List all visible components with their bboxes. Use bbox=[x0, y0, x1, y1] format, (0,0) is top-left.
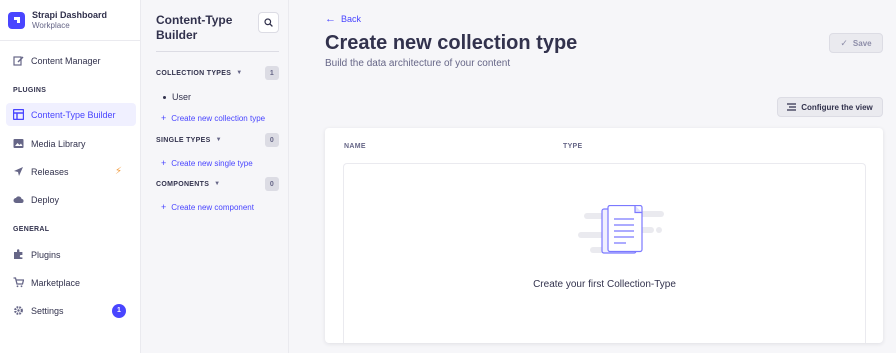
column-header-type: TYPE bbox=[563, 143, 583, 150]
components-header[interactable]: COMPONENTS ▼ 0 bbox=[156, 177, 279, 191]
save-label: Save bbox=[852, 38, 872, 48]
gear-icon bbox=[13, 305, 24, 316]
settings-badge: 1 bbox=[112, 303, 126, 318]
single-types-header[interactable]: SINGLE TYPES ▼ 0 bbox=[156, 133, 279, 147]
search-button[interactable] bbox=[258, 12, 279, 33]
documents-illustration-icon bbox=[578, 205, 664, 254]
nav-item-marketplace[interactable]: Marketplace bbox=[6, 271, 136, 294]
nav-label: Deploy bbox=[31, 194, 60, 205]
nav-label: Content Manager bbox=[31, 55, 101, 66]
layout-icon bbox=[13, 109, 24, 120]
brand-subtitle: Workplace bbox=[32, 20, 70, 30]
chevron-down-icon: ▼ bbox=[215, 137, 222, 143]
bullet-icon bbox=[163, 96, 166, 100]
create-collection-type-link[interactable]: + Create new collection type bbox=[161, 113, 265, 123]
back-link[interactable]: ← Back bbox=[325, 13, 361, 25]
nav-label: Plugins bbox=[31, 249, 61, 260]
nav-item-content-manager[interactable]: Content Manager bbox=[6, 49, 136, 72]
nav-label: Settings bbox=[31, 305, 64, 316]
section-label: COMPONENTS bbox=[156, 180, 210, 188]
brand-title: Strapi Dashboard bbox=[32, 9, 108, 20]
link-label: Create new single type bbox=[171, 158, 253, 168]
nav-item-settings[interactable]: Settings 1 bbox=[6, 299, 136, 322]
plus-icon: + bbox=[161, 158, 167, 168]
page-subtitle: Build the data architecture of your cont… bbox=[325, 58, 511, 69]
plus-icon: + bbox=[161, 113, 167, 123]
image-icon bbox=[13, 138, 24, 149]
strapi-logo-icon bbox=[8, 11, 25, 29]
search-icon bbox=[264, 18, 273, 27]
nav-item-media-library[interactable]: Media Library bbox=[6, 132, 136, 155]
nav-label: Releases bbox=[31, 166, 69, 177]
paper-plane-icon bbox=[13, 166, 24, 177]
single-types-count: 0 bbox=[265, 133, 279, 147]
shopping-cart-icon bbox=[13, 277, 24, 288]
section-label: COLLECTION TYPES bbox=[156, 69, 232, 77]
fields-table-card: NAME TYPE Create your first Collection-T… bbox=[325, 128, 883, 343]
link-label: Create new collection type bbox=[171, 113, 266, 123]
nav-label: Marketplace bbox=[31, 277, 81, 288]
column-header-name: NAME bbox=[344, 143, 366, 150]
collection-types-count: 1 bbox=[265, 66, 279, 80]
plus-icon: + bbox=[161, 202, 167, 212]
nav-section-plugins: PLUGINS bbox=[13, 87, 47, 94]
lightning-icon: ⚡ bbox=[114, 166, 122, 177]
empty-state-text: Create your first Collection-Type bbox=[533, 279, 676, 290]
list-settings-icon bbox=[787, 103, 797, 111]
chevron-down-icon: ▼ bbox=[236, 70, 243, 76]
collection-types-header[interactable]: COLLECTION TYPES ▼ 1 bbox=[156, 66, 279, 80]
arrow-left-icon: ← bbox=[325, 13, 336, 25]
nav-item-content-type-builder[interactable]: Content-Type Builder bbox=[6, 103, 136, 126]
save-button[interactable]: ✓ Save bbox=[829, 33, 883, 53]
empty-state: Create your first Collection-Type bbox=[343, 163, 866, 343]
subnav-title: Content-Type Builder bbox=[156, 13, 233, 42]
cloud-icon bbox=[13, 194, 24, 205]
item-label: User bbox=[172, 92, 192, 102]
nav-label: Media Library bbox=[31, 138, 86, 149]
chevron-down-icon: ▼ bbox=[214, 181, 221, 187]
configure-view-button[interactable]: Configure the view bbox=[777, 97, 883, 117]
divider bbox=[156, 51, 279, 52]
content-type-builder-subnav: Content-Type Builder COLLECTION TYPES ▼ … bbox=[141, 0, 289, 353]
link-label: Create new component bbox=[171, 202, 254, 212]
check-icon: ✓ bbox=[840, 37, 848, 48]
nav-item-deploy[interactable]: Deploy bbox=[6, 188, 136, 211]
nav-label: Content-Type Builder bbox=[31, 109, 116, 120]
back-label: Back bbox=[341, 14, 362, 24]
page-title: Create new collection type bbox=[325, 32, 578, 54]
nav-item-releases[interactable]: Releases ⚡ bbox=[6, 160, 136, 183]
main-nav: Strapi Dashboard Workplace Content Manag… bbox=[0, 0, 141, 353]
create-component-link[interactable]: + Create new component bbox=[161, 202, 254, 212]
pencil-icon bbox=[13, 55, 24, 66]
nav-section-general: GENERAL bbox=[13, 226, 50, 233]
brand[interactable]: Strapi Dashboard Workplace bbox=[0, 0, 140, 41]
section-label: SINGLE TYPES bbox=[156, 136, 211, 144]
configure-label: Configure the view bbox=[801, 102, 873, 112]
create-single-type-link[interactable]: + Create new single type bbox=[161, 158, 253, 168]
components-count: 0 bbox=[265, 177, 279, 191]
puzzle-icon bbox=[13, 249, 24, 260]
collection-type-item-user[interactable]: User bbox=[163, 92, 191, 102]
nav-item-plugins[interactable]: Plugins bbox=[6, 243, 136, 266]
